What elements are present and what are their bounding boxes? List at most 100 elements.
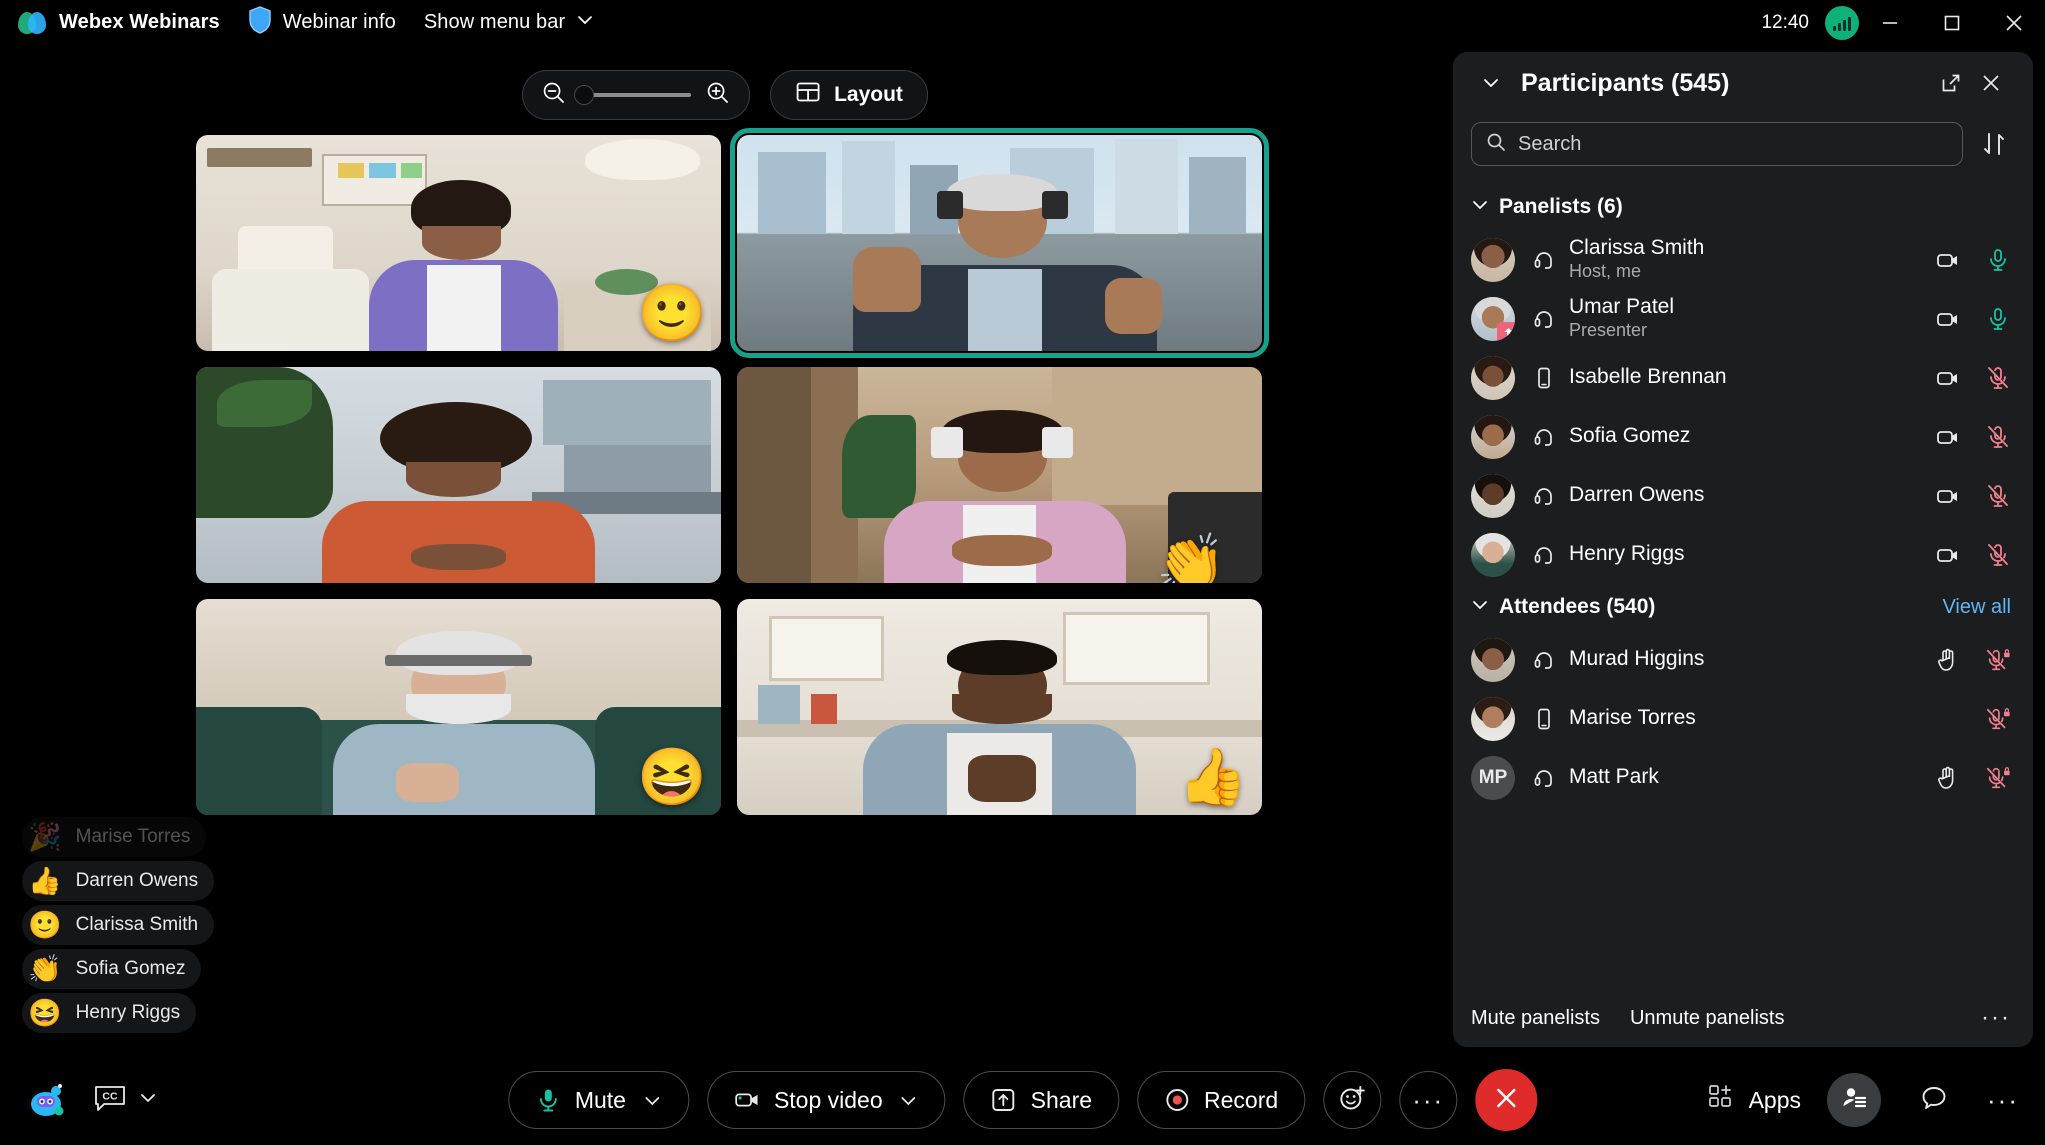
participant-row[interactable]: Isabelle Brennan (1453, 348, 2033, 407)
participant-actions (1935, 542, 2011, 568)
mic-unmuted-icon[interactable] (1985, 306, 2011, 332)
video-on-icon[interactable] (1935, 365, 1961, 391)
mic-muted-icon[interactable] (1985, 483, 2011, 509)
mic-muted-icon[interactable] (1985, 542, 2011, 568)
view-all-link[interactable]: View all (1942, 596, 2011, 619)
participants-panel-button[interactable] (1827, 1073, 1882, 1127)
section-title: Attendees (540) (1499, 595, 1656, 618)
video-on-icon[interactable] (1935, 247, 1961, 273)
show-menu-bar-button[interactable]: Show menu bar (410, 0, 608, 45)
mic-icon (535, 1087, 561, 1113)
search-placeholder: Search (1518, 132, 1582, 155)
participants-list[interactable]: Panelists (6) Clarissa Smith Host, me Um… (1453, 184, 2033, 989)
participant-row[interactable]: Umar Patel Presenter (1453, 289, 2033, 348)
maximize-button[interactable] (1921, 0, 1983, 45)
webex-logo (18, 10, 48, 36)
video-tile-2-active-speaker[interactable] (730, 128, 1269, 358)
participant-row[interactable]: Sofia Gomez (1453, 407, 2033, 466)
zoom-in-icon[interactable] (705, 80, 731, 111)
stop-video-button[interactable]: Stop video (706, 1071, 946, 1129)
search-input[interactable]: Search (1471, 122, 1963, 166)
zoom-control[interactable] (522, 70, 751, 120)
close-button[interactable] (1983, 0, 2045, 45)
network-signal-icon[interactable] (1825, 5, 1859, 40)
video-on-icon[interactable] (1935, 542, 1961, 568)
avatar (1471, 355, 1515, 400)
mic-muted-locked-icon[interactable] (1985, 647, 2011, 673)
participant-row[interactable]: MP Matt Park (1453, 748, 2033, 807)
mute-button[interactable]: Mute (507, 1071, 689, 1129)
reaction-toast: 🎉 Marise Torres (22, 817, 207, 857)
participant-row[interactable]: Marise Torres (1453, 689, 2033, 748)
participant-role: Presenter (1569, 319, 1648, 340)
zoom-slider-handle[interactable] (574, 85, 595, 105)
video-on-icon[interactable] (1935, 306, 1961, 332)
video-tile-3[interactable] (196, 367, 721, 583)
reaction-toast-list: 🎉 Marise Torres 👍 Darren Owens 🙂 Clariss… (22, 813, 252, 1033)
participant-name: Umar Patel (1569, 294, 1675, 318)
video-feed (196, 367, 721, 583)
zoom-slider[interactable] (574, 85, 692, 105)
ai-assistant-icon[interactable] (26, 1080, 70, 1120)
leave-meeting-button[interactable] (1475, 1069, 1538, 1131)
more-options-button[interactable]: ··· (1399, 1071, 1458, 1129)
closed-captions-button[interactable]: CC (92, 1083, 158, 1118)
participant-row[interactable]: Henry Riggs (1453, 525, 2033, 584)
raise-hand-icon[interactable] (1935, 765, 1961, 791)
mic-muted-locked-icon[interactable] (1985, 706, 2011, 732)
video-tile-6[interactable]: 👍 (737, 599, 1262, 815)
webinar-info-button[interactable]: Webinar info (234, 0, 410, 45)
panel-more-options-icon[interactable]: ··· (1981, 1004, 2011, 1032)
video-tile-5[interactable]: 😆 (196, 599, 721, 815)
chevron-down-icon[interactable] (642, 1090, 662, 1110)
avatar (1471, 637, 1515, 682)
reaction-name: Clarissa Smith (75, 914, 199, 935)
participant-row[interactable]: Darren Owens (1453, 466, 2033, 525)
control-bar-left: CC (26, 1055, 158, 1145)
section-header-panelists[interactable]: Panelists (6) (1453, 184, 2033, 230)
layout-button[interactable]: Layout (770, 70, 928, 120)
control-bar: CC Mute Stop video Share Record ··· Apps… (0, 1055, 2045, 1145)
reactions-icon (1337, 1083, 1367, 1118)
chevron-down-icon[interactable] (899, 1090, 919, 1110)
record-button[interactable]: Record (1137, 1071, 1306, 1129)
participant-row[interactable]: Clarissa Smith Host, me (1453, 230, 2033, 289)
chat-button[interactable] (1907, 1073, 1961, 1127)
control-bar-right: Apps ··· (1707, 1055, 2019, 1145)
minimize-button[interactable] (1859, 0, 1921, 45)
avatar (1471, 532, 1515, 577)
chevron-down-icon[interactable] (138, 1088, 158, 1113)
mic-muted-icon[interactable] (1985, 424, 2011, 450)
apps-label: Apps (1748, 1086, 1802, 1113)
mic-muted-icon[interactable] (1985, 365, 2011, 391)
popout-icon[interactable] (1931, 63, 1971, 103)
zoom-out-icon[interactable] (541, 80, 567, 111)
reaction-emoji: 🎉 (28, 821, 62, 852)
headset-icon (1529, 425, 1559, 449)
video-tile-4[interactable]: 👏 (737, 367, 1262, 583)
section-header-attendees[interactable]: Attendees (540) View all (1453, 584, 2033, 630)
mic-unmuted-icon[interactable] (1985, 247, 2011, 273)
participant-row[interactable]: Murad Higgins (1453, 630, 2033, 689)
video-on-icon[interactable] (1935, 424, 1961, 450)
video-tile-1[interactable]: 🙂 (196, 135, 721, 351)
participant-name-block: Henry Riggs (1569, 542, 1935, 566)
raise-hand-icon[interactable] (1935, 647, 1961, 673)
unmute-panelists-button[interactable]: Unmute panelists (1630, 1007, 1785, 1030)
participants-panel-title: Participants (545) (1521, 68, 1730, 97)
mic-muted-locked-icon[interactable] (1985, 765, 2011, 791)
mobile-icon (1529, 707, 1559, 731)
participant-actions (1935, 765, 2011, 791)
reaction-emoji: 😆 (28, 997, 62, 1028)
participants-search-row: Search (1453, 114, 2033, 184)
share-button[interactable]: Share (963, 1071, 1120, 1129)
apps-button[interactable]: Apps (1707, 1083, 1801, 1117)
sort-icon[interactable] (1977, 124, 2011, 164)
mute-panelists-button[interactable]: Mute panelists (1471, 1007, 1600, 1030)
record-icon (1164, 1087, 1190, 1113)
panel-close-icon[interactable] (1971, 63, 2011, 103)
reactions-button[interactable] (1323, 1071, 1382, 1129)
panel-collapse-chevron-down-icon[interactable] (1471, 63, 1511, 103)
right-more-options-button[interactable]: ··· (1987, 1085, 2019, 1116)
video-on-icon[interactable] (1935, 483, 1961, 509)
